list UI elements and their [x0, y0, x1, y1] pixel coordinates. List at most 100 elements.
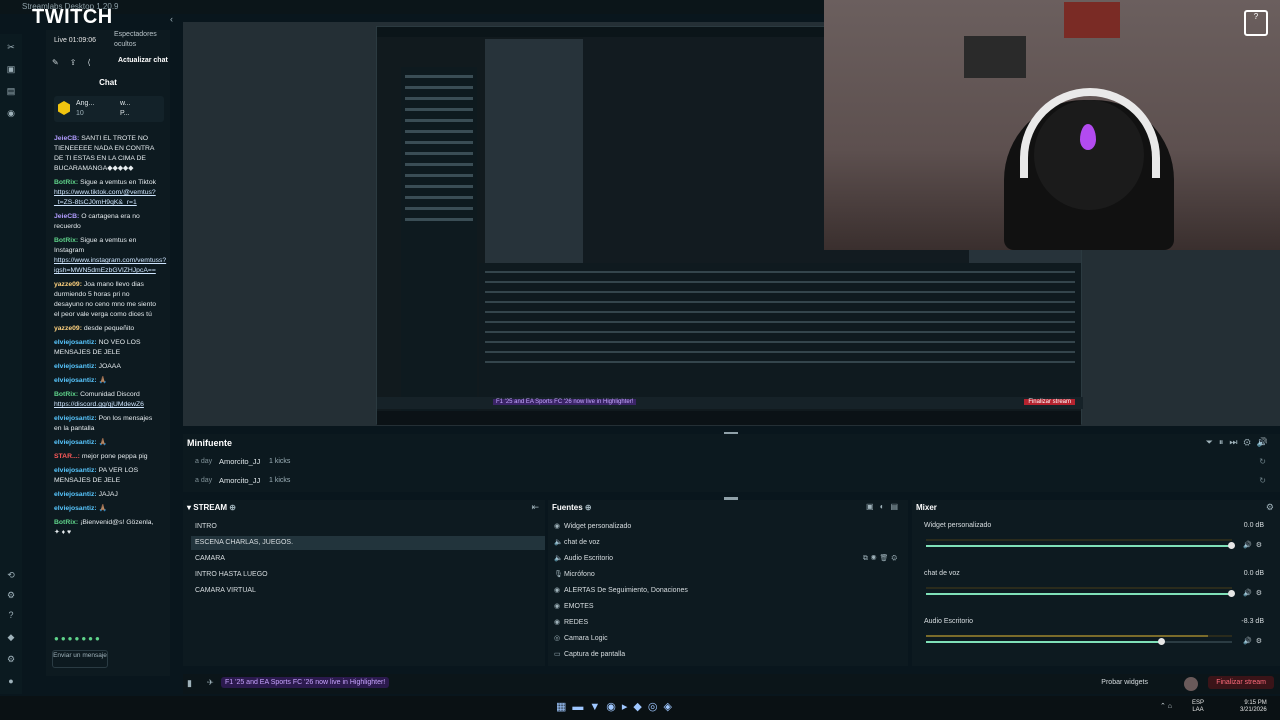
- edit-icon[interactable]: ✎: [52, 58, 59, 67]
- pinned-user: Ang...: [76, 100, 95, 107]
- volume-knob[interactable]: [1228, 542, 1235, 549]
- windows-taskbar: ▦▬▼◉▸◆◎◈ ⌃ ⌂ ESP LAA 9:15 PM 3/21/2026: [0, 696, 1280, 720]
- notifications-icon[interactable]: ◆: [6, 632, 16, 642]
- source-label: Captura de pantalla: [564, 651, 626, 658]
- volume-slider[interactable]: [926, 590, 1235, 597]
- rocket-icon[interactable]: ✈: [207, 678, 214, 687]
- minifuente-panel: Minifuente ⏷⏸⏭⚙🔊 a day Amorcito_JJ 1 kic…: [183, 434, 1280, 492]
- chat-username[interactable]: elviejosantiz:: [54, 363, 97, 370]
- source-item[interactable]: 🎙Micrófono: [554, 568, 904, 582]
- mixer-settings-icon[interactable]: ⚙: [1266, 502, 1274, 513]
- sources-toolbar-icons[interactable]: ▣◐▤: [866, 502, 904, 511]
- chat-username[interactable]: yazze09:: [54, 281, 82, 288]
- chat-text: 🙏🏽: [98, 377, 108, 384]
- chat-username[interactable]: yazze09:: [54, 325, 82, 332]
- source-label: chat de voz: [564, 539, 600, 546]
- chat-link[interactable]: https://discord.gg/qjUMdewZ6: [54, 401, 144, 408]
- mixer-channel: chat de voz 0.0 dB 🔊⚙: [924, 570, 1268, 610]
- performance-icon[interactable]: ▮: [187, 678, 192, 689]
- chat-username[interactable]: BotRix:: [54, 179, 78, 186]
- volume-slider[interactable]: [926, 542, 1235, 549]
- clock-time: 9:15 PM: [1244, 700, 1267, 706]
- chat-link[interactable]: https://www.instagram.com/vemtuss?igsh=M…: [54, 257, 166, 274]
- settings-icon[interactable]: ⚙: [6, 590, 16, 600]
- chat-username[interactable]: elviejosantiz:: [54, 505, 97, 512]
- minifuente-controls[interactable]: ⏷⏸⏭⚙🔊: [1206, 437, 1274, 448]
- source-item[interactable]: ◉ ALERTAS De Seguimiento, Donaciones: [554, 584, 904, 598]
- gear-icon[interactable]: ⚙: [6, 654, 16, 664]
- tray-icons[interactable]: ⌃ ⌂: [1160, 702, 1172, 710]
- end-stream-button[interactable]: Finalizar stream: [1208, 676, 1274, 689]
- chat-username[interactable]: BotRix:: [54, 519, 78, 526]
- viewers-label[interactable]: Espectadores ocultos: [114, 30, 168, 50]
- language-indicator[interactable]: ESP LAA: [1192, 700, 1204, 714]
- chat-username[interactable]: BotRix:: [54, 237, 78, 244]
- add-source-icon[interactable]: ⊕: [585, 503, 592, 512]
- collapse-chat-icon[interactable]: ‹: [170, 14, 180, 24]
- system-clock[interactable]: 9:15 PM 3/21/2026: [1240, 700, 1267, 714]
- speaker-icon: 🔈: [554, 539, 563, 546]
- replay-icon[interactable]: ↻: [1259, 457, 1266, 466]
- event-time: a day: [195, 458, 213, 465]
- volume-knob[interactable]: [1157, 638, 1165, 645]
- mixer-channel-controls[interactable]: 🔊⚙: [1243, 541, 1266, 549]
- chat-panel: Live 01:09:06 Espectadores ocultos ✎ ⇪ ⟨…: [46, 30, 170, 676]
- badge-icon: [58, 101, 70, 115]
- refresh-chat-button[interactable]: Actualizar chat: [118, 57, 168, 64]
- mixer-channel-controls[interactable]: 🔊⚙: [1243, 637, 1266, 645]
- mixer-channel-controls[interactable]: 🔊⚙: [1243, 589, 1266, 597]
- replay-icon[interactable]: ↻: [1259, 476, 1266, 485]
- scene-transitions-icon[interactable]: ⇤: [531, 502, 539, 513]
- event-user: Amorcito_JJ: [219, 476, 261, 485]
- chat-username[interactable]: BotRix:: [54, 391, 78, 398]
- chat-username[interactable]: JeieCB:: [54, 135, 79, 142]
- chat-username[interactable]: elviejosantiz:: [54, 339, 97, 346]
- dashboard-icon[interactable]: ▤: [6, 86, 16, 96]
- source-item[interactable]: ▭ Captura de pantalla: [554, 648, 904, 662]
- scenes-title: ▾ STREAM ⊕: [187, 503, 236, 512]
- add-scene-icon[interactable]: ⊕: [229, 503, 236, 512]
- scene-item[interactable]: ESCENA CHARLAS, JUEGOS.: [191, 536, 545, 550]
- chat-username[interactable]: elviejosantiz:: [54, 377, 97, 384]
- chat-username[interactable]: elviejosantiz:: [54, 467, 97, 474]
- tools-icon[interactable]: ✂: [6, 42, 16, 52]
- source-item[interactable]: ◉ Widget personalizado: [554, 520, 904, 534]
- chat-username[interactable]: elviejosantiz:: [54, 491, 97, 498]
- scene-item[interactable]: INTRO HASTA LUEGO: [191, 568, 545, 582]
- chat-input[interactable]: Enviar un mensaje: [52, 650, 108, 668]
- studio-icon[interactable]: ⟲: [6, 570, 16, 580]
- source-actions[interactable]: ⧉◉🗑⚙: [863, 552, 900, 566]
- chat-username[interactable]: elviejosantiz:: [54, 415, 97, 422]
- source-item[interactable]: ◉ EMOTES: [554, 600, 904, 614]
- source-item[interactable]: ◎ Camara Logic: [554, 632, 904, 646]
- chat-username[interactable]: STAR...:: [54, 453, 80, 460]
- store-icon[interactable]: ▣: [6, 64, 16, 74]
- help-icon[interactable]: ?: [6, 610, 16, 620]
- chat-username[interactable]: JeieCB:: [54, 213, 79, 220]
- export-icon[interactable]: ⇪: [70, 58, 77, 67]
- volume-knob[interactable]: [1228, 590, 1235, 597]
- taskbar-apps[interactable]: ▦▬▼◉▸◆◎◈: [556, 700, 678, 713]
- mixer-channel-label: Audio Escritorio: [924, 618, 974, 625]
- chat-text: 🙏🏽: [98, 505, 108, 512]
- share-icon[interactable]: ⟨: [88, 58, 91, 67]
- source-item[interactable]: 🔈Audio Escritorio ⧉◉🗑⚙: [554, 552, 904, 566]
- apps-icon[interactable]: ◉: [6, 108, 16, 118]
- source-item[interactable]: 🔈chat de voz: [554, 536, 904, 550]
- avatar[interactable]: [1184, 677, 1198, 691]
- source-item[interactable]: ◉ REDES: [554, 616, 904, 630]
- scene-item[interactable]: CAMARA: [191, 552, 545, 566]
- test-widgets-button[interactable]: Probar widgets: [1101, 679, 1148, 686]
- lang-bottom: LAA: [1192, 707, 1204, 713]
- emote-bar[interactable]: ●●●●●●●: [54, 634, 102, 643]
- pinned-leaderboard: Ang... 10 w... P...: [54, 96, 164, 122]
- chat-message: BotRix: Sigue a vemtus en Instagram https…: [54, 236, 166, 276]
- webcam-feed: ?: [824, 0, 1280, 250]
- highlighter-ad[interactable]: F1 '25 and EA Sports FC '26 now live in …: [221, 677, 390, 688]
- profile-icon[interactable]: ●: [6, 676, 16, 686]
- volume-slider[interactable]: [926, 638, 1232, 645]
- scene-item[interactable]: INTRO: [191, 520, 545, 534]
- chat-link[interactable]: https://www.tiktok.com/@vemtus?_t=ZS-8ts…: [54, 189, 156, 206]
- chat-username[interactable]: elviejosantiz:: [54, 439, 97, 446]
- scene-item[interactable]: CAMARA VIRTUAL: [191, 584, 545, 598]
